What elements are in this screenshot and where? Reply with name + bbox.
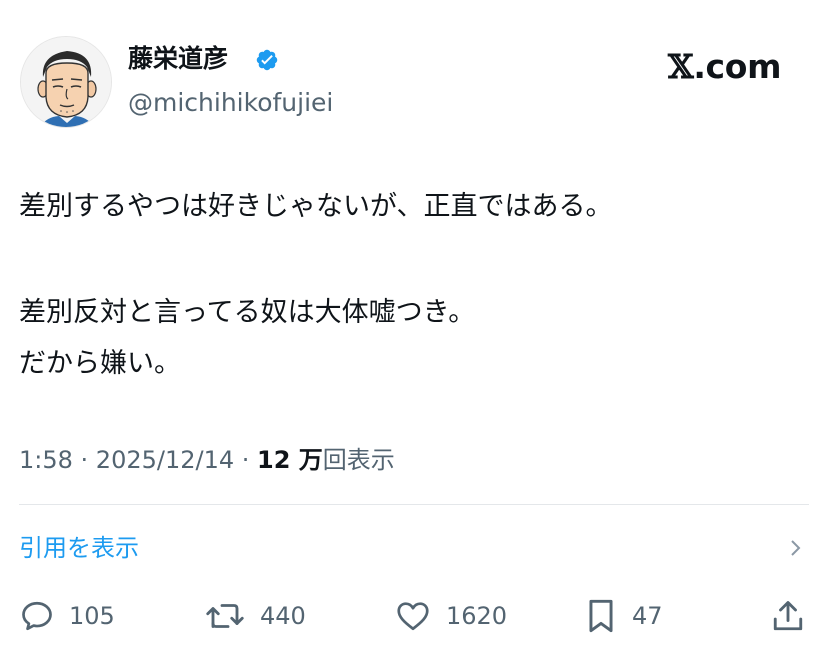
like-button[interactable]: 1620 bbox=[394, 594, 507, 638]
tweet-text-line-2: 差別反対と言ってる奴は大体嘘つき。 bbox=[19, 297, 476, 328]
meta-separator: · bbox=[234, 446, 258, 474]
tweet-text-line-1: 差別するやつは好きじゃないが、正直ではある。 bbox=[19, 191, 613, 222]
reply-icon bbox=[22, 601, 52, 631]
bookmark-icon bbox=[589, 599, 613, 633]
avatar-illustration bbox=[21, 37, 111, 127]
share-button[interactable] bbox=[770, 594, 806, 638]
bookmark-count: 47 bbox=[632, 602, 663, 630]
chevron-right-icon[interactable] bbox=[783, 536, 807, 560]
x-logo-icon: 𝕏 bbox=[668, 47, 694, 86]
share-icon bbox=[773, 601, 803, 631]
views-label: 回表示 bbox=[322, 446, 395, 474]
heart-icon bbox=[397, 602, 429, 631]
meta-separator: · bbox=[72, 446, 96, 474]
source-watermark: 𝕏.com bbox=[668, 45, 782, 89]
view-quotes-link[interactable]: 引用を表示 bbox=[19, 531, 139, 565]
reply-button[interactable]: 105 bbox=[19, 594, 115, 638]
like-count: 1620 bbox=[446, 602, 508, 630]
tweet-time[interactable]: 1:58 bbox=[19, 446, 73, 474]
repost-count: 440 bbox=[260, 602, 306, 630]
verified-badge-icon bbox=[256, 49, 278, 71]
divider bbox=[19, 504, 809, 505]
bookmark-button[interactable]: 47 bbox=[584, 594, 663, 638]
views-count: 12 万 bbox=[257, 446, 323, 474]
tweet-date[interactable]: 2025/12/14 bbox=[96, 446, 234, 474]
avatar[interactable] bbox=[20, 36, 112, 128]
tweet-text-line-3: だから嫌い。 bbox=[19, 348, 181, 379]
tweet-meta: 1:58 · 2025/12/14 · 12 万回表示 bbox=[19, 443, 395, 477]
source-domain: .com bbox=[693, 47, 782, 86]
display-name[interactable]: 藤栄道彦 bbox=[128, 42, 228, 76]
user-handle[interactable]: @michihikofujiei bbox=[128, 86, 333, 120]
repost-button[interactable]: 440 bbox=[204, 594, 306, 638]
reply-count: 105 bbox=[69, 602, 115, 630]
repost-icon bbox=[206, 604, 244, 628]
